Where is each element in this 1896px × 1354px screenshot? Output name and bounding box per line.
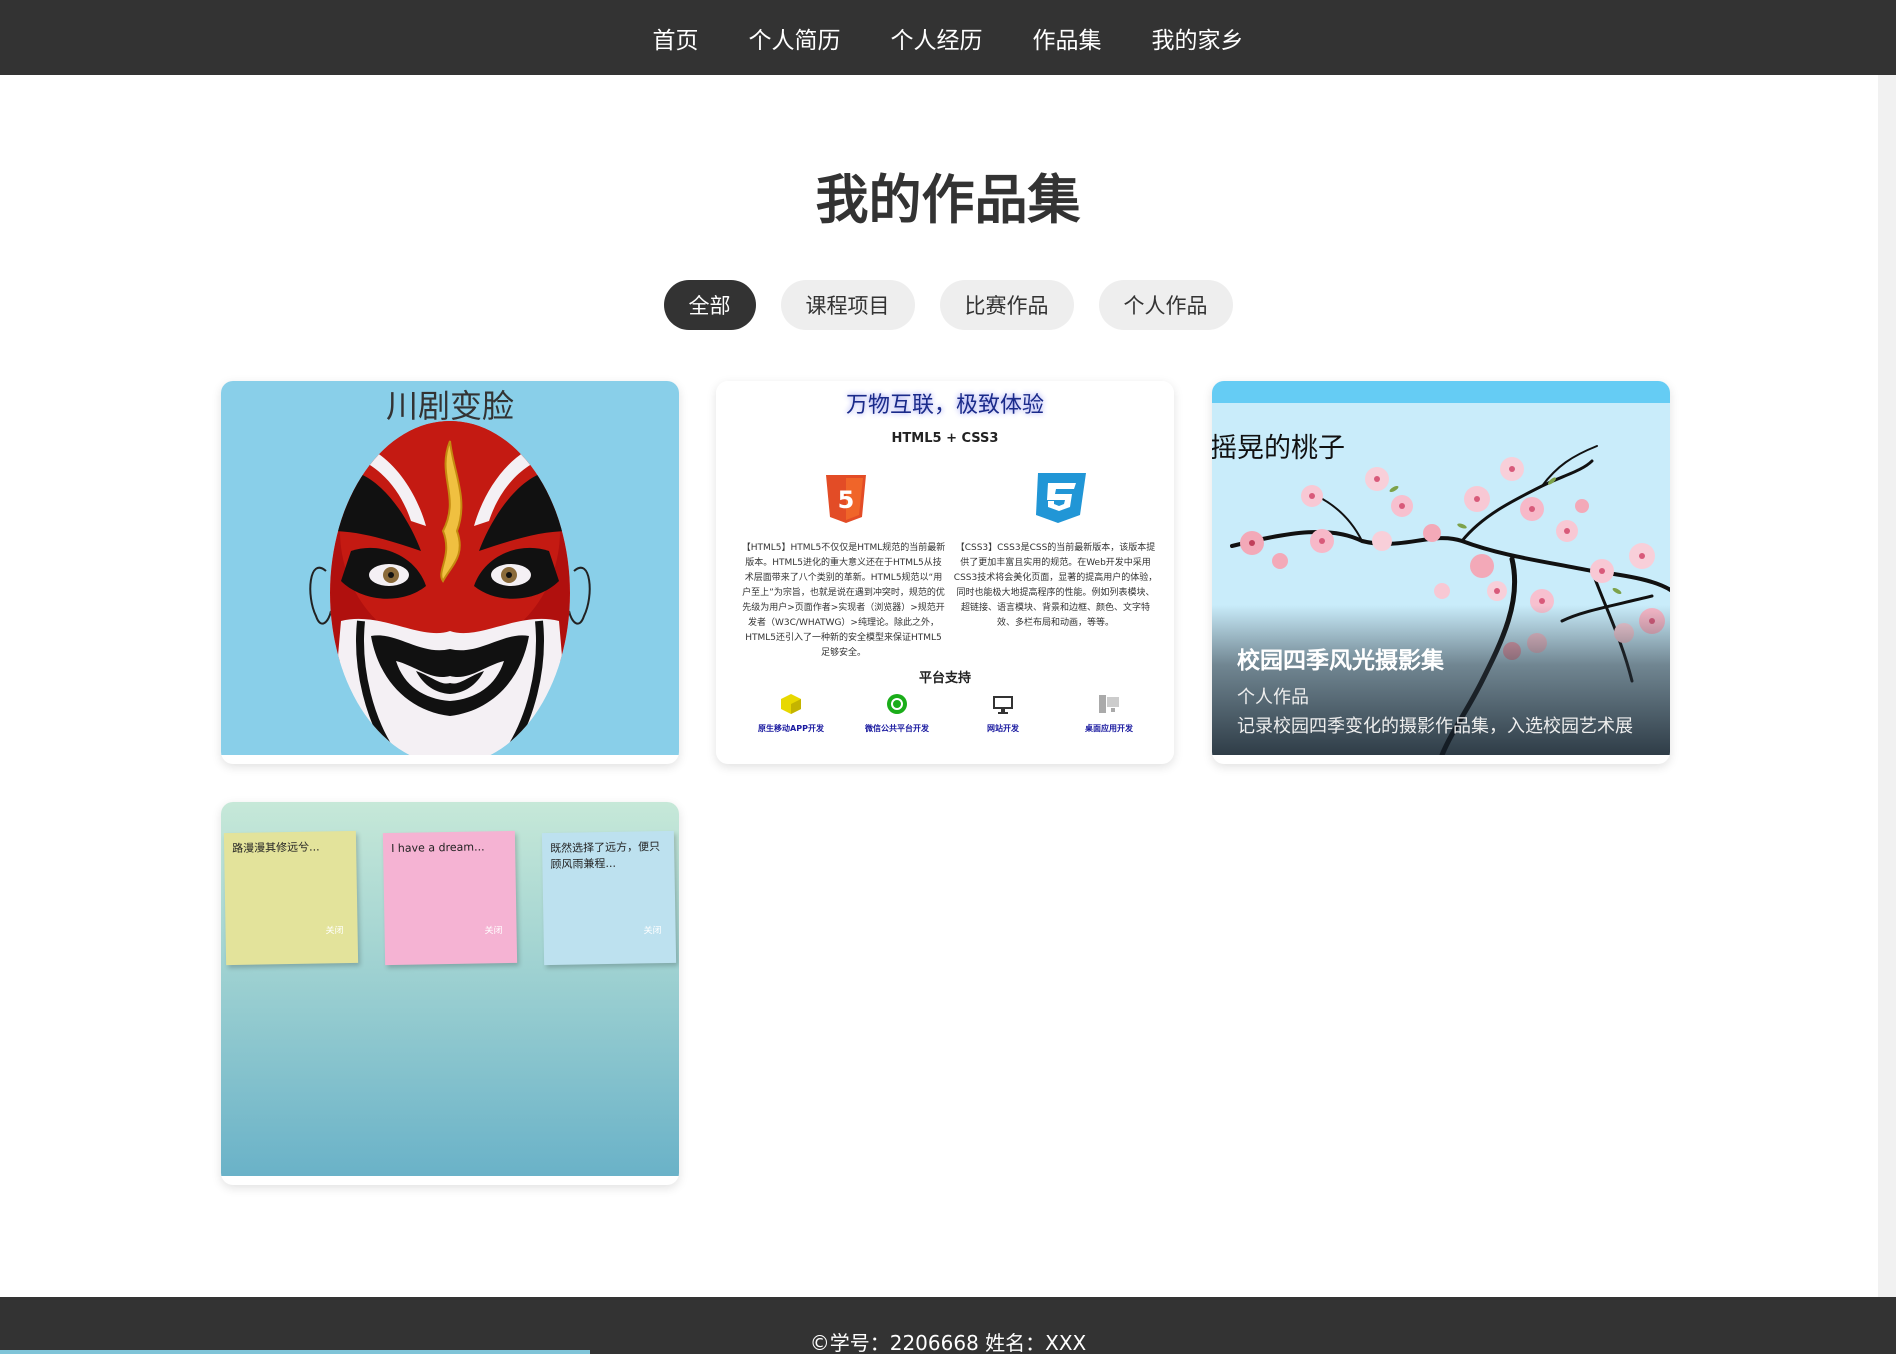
platform-desktop[interactable]: 桌面应用开发: [1059, 693, 1159, 734]
css3-description: 【CSS3】CSS3是CSS的当前最新版本，该版本提供了更加丰富且实用的规范。在…: [953, 543, 1158, 628]
scrollbar[interactable]: [1878, 75, 1896, 1354]
portfolio-card-photography[interactable]: 摇晃的桃子 校园四季风光摄影集 个人作品 记录校园四季变化的摄影作品集，入选校园…: [1212, 381, 1670, 764]
peach-image-title: 摇晃的桃子: [1212, 433, 1345, 464]
sticky-note: 既然选择了远方，便只顾风雨兼程... 关闭: [541, 830, 677, 966]
portfolio-card-opera[interactable]: 川剧变脸: [221, 381, 679, 764]
nav-resume[interactable]: 个人简历: [749, 21, 841, 55]
photography-description: 记录校园四季变化的摄影作品集，入选校园艺术展: [1237, 716, 1633, 737]
platform-web[interactable]: 网站开发: [953, 693, 1053, 734]
footer: ©学号：2206668 姓名：XXX: [0, 1297, 1896, 1354]
html5-logo-icon: 5: [826, 475, 866, 523]
platform-web-label: 网站开发: [987, 724, 1019, 733]
monitor-icon: [993, 696, 1013, 714]
note-close-button[interactable]: 关闭: [325, 923, 343, 939]
footer-accent-bar: [0, 1350, 590, 1354]
portfolio-card-notes[interactable]: 路漫漫其修远兮... 关闭 I have a dream... 关闭 既然选择了…: [221, 802, 679, 1185]
note-text: 既然选择了远方，便只顾风雨兼程...: [550, 840, 661, 872]
filter-contest[interactable]: 比赛作品: [939, 280, 1074, 330]
filter-all[interactable]: 全部: [663, 280, 756, 330]
nav-portfolio[interactable]: 作品集: [1033, 21, 1102, 55]
nav-hometown[interactable]: 我的家乡: [1152, 21, 1244, 55]
platform-app-label: 原生移动APP开发: [758, 724, 824, 733]
nav-home[interactable]: 首页: [653, 21, 699, 55]
top-nav: 首页 个人简历 个人经历 作品集 我的家乡: [0, 0, 1896, 75]
desktop-computer-icon: [1099, 695, 1119, 713]
html5-description: 【HTML5】HTML5不仅仅是HTML规范的当前最新版本。HTML5进化的重大…: [741, 543, 946, 658]
cube-icon: [781, 694, 801, 714]
filter-personal[interactable]: 个人作品: [1098, 280, 1233, 330]
filter-bar: 全部 课程项目 比赛作品 个人作品: [0, 280, 1896, 330]
wechat-icon: [887, 694, 907, 714]
note-close-button[interactable]: 关闭: [484, 923, 502, 939]
platform-wechat-label: 微信公共平台开发: [865, 724, 929, 733]
photography-title: 校园四季风光摄影集: [1237, 648, 1444, 674]
nav-experience[interactable]: 个人经历: [891, 21, 983, 55]
portfolio-card-html[interactable]: 万物互联，极致体验 HTML5 + CSS3 5 【HTML5】HTML5不仅仅…: [716, 381, 1174, 764]
sticky-note: 路漫漫其修远兮... 关闭: [223, 830, 359, 966]
note-text: I have a dream...: [391, 840, 485, 856]
note-text: 路漫漫其修远兮...: [232, 840, 320, 856]
platform-wechat[interactable]: 微信公共平台开发: [847, 693, 947, 734]
photography-category: 个人作品: [1237, 687, 1309, 708]
sticky-note: I have a dream... 关闭: [382, 830, 518, 966]
platform-desktop-label: 桌面应用开发: [1085, 724, 1133, 733]
platform-app[interactable]: 原生移动APP开发: [741, 693, 841, 734]
note-close-button[interactable]: 关闭: [643, 923, 661, 939]
platform-title: 平台支持: [918, 671, 971, 686]
page-title: 我的作品集: [815, 170, 1081, 231]
opera-mask-image: [309, 421, 591, 755]
html-card-title: 万物互联，极致体验: [845, 393, 1044, 418]
filter-course[interactable]: 课程项目: [780, 280, 915, 330]
css3-logo-icon: [1036, 473, 1086, 523]
svg-text:5: 5: [838, 486, 855, 514]
footer-text: ©学号：2206668 姓名：XXX: [809, 1331, 1087, 1354]
html-card-subtitle: HTML5 + CSS3: [891, 431, 999, 446]
